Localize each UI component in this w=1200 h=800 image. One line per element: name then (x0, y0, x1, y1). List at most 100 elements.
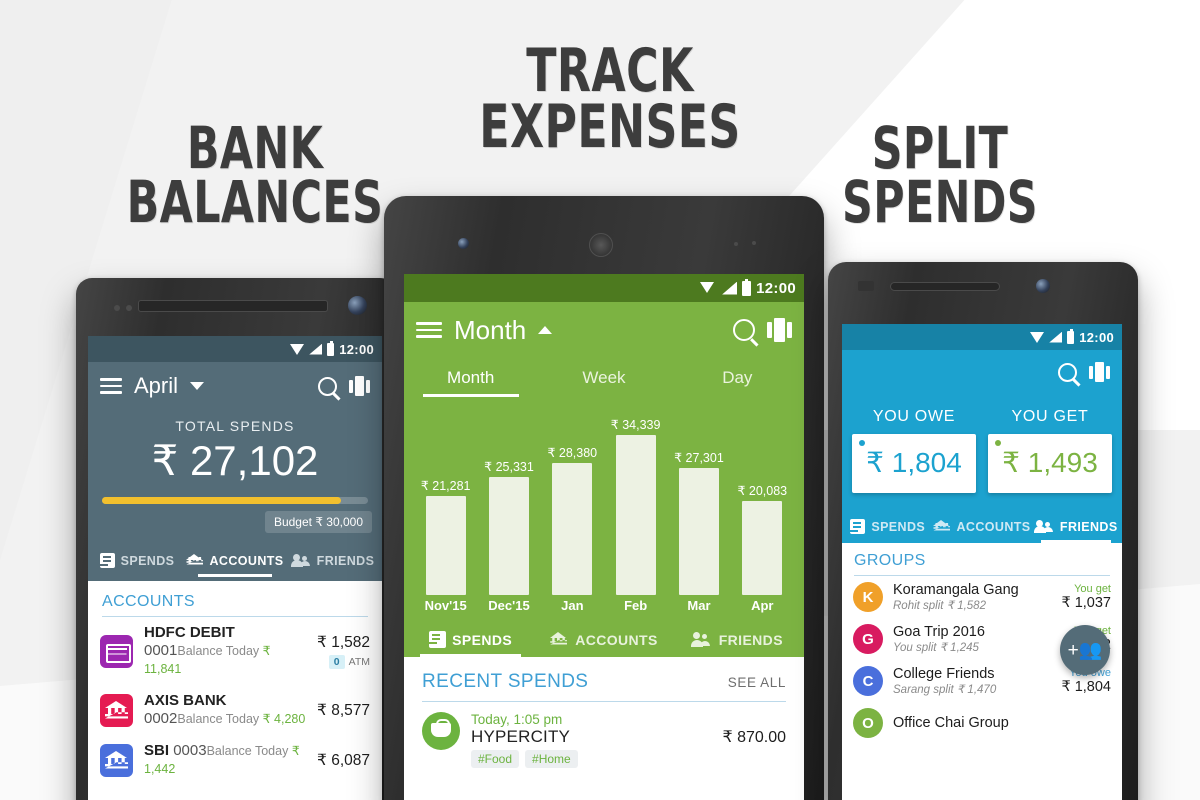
tab-friends-label: FRIENDS (316, 553, 375, 568)
account-row[interactable]: HDFC DEBIT 0001Balance Today ₹ 11,841 ₹ 1… (88, 617, 382, 685)
friends-icon (1033, 520, 1054, 533)
total-spends-label: TOTAL SPENDS (175, 418, 295, 434)
balance-label: YOU OWE (872, 408, 956, 425)
account-badge: 0 ATM (317, 655, 370, 669)
tab-accounts[interactable]: ACCOUNTS (186, 543, 284, 577)
phone-left: 12:00 April TOTAL SPENDS ₹ 27,102 Budget… (76, 278, 396, 800)
add-people-icon: +👥 (1067, 639, 1103, 661)
phone-center: 12:00 Month Month Week Day ₹ 21,281 ₹ 25,33… (384, 196, 824, 800)
groups-panel: GROUPS K Koramangala Gang Rohit split ₹ 1,… (842, 543, 1122, 800)
spend-tag[interactable]: #Home (525, 750, 578, 768)
center-statusbar: 12:00 (404, 274, 804, 302)
spend-merchant: HYPERCITY (471, 727, 571, 746)
account-name: SBI 0003 (144, 742, 207, 759)
group-row[interactable]: K Koramangala Gang Rohit split ₹ 1,582 You … (842, 576, 1122, 618)
see-all-link[interactable]: SEE ALL (728, 675, 786, 690)
monthly-spend-chart-labels: Nov'15 Dec'15 Jan Feb Mar Apr (404, 595, 804, 613)
tab-spends[interactable]: SPENDS (842, 509, 933, 543)
group-amount: ₹ 1,804 (1061, 679, 1111, 695)
chart-bar (425, 496, 466, 595)
status-time: 12:00 (756, 279, 796, 297)
phone-center-screen: 12:00 Month Month Week Day ₹ 21,281 ₹ 25,33… (404, 274, 804, 800)
cards-icon[interactable] (349, 376, 370, 396)
segment-tab-week[interactable]: Week (537, 358, 670, 397)
tab-friends[interactable]: FRIENDS (284, 543, 382, 577)
tab-friends[interactable]: FRIENDS (671, 621, 804, 657)
group-split: Rohit split ₹ 1,582 (893, 600, 986, 612)
tab-spends-label: SPENDS (871, 519, 926, 534)
chart-bar-group[interactable]: ₹ 20,083 (734, 483, 791, 595)
phone-right-screen: 12:00 YOU OWE ₹ 1,804 YOU GET ₹ 1,493 SPEND… (842, 324, 1122, 800)
basket-icon (422, 712, 460, 750)
section-title-groups: GROUPS (854, 552, 926, 569)
account-row[interactable]: AXIS BANK 0002Balance Today ₹ 4,280 ₹ 8,5… (88, 685, 382, 735)
earpiece-speaker-icon (890, 282, 1000, 291)
group-avatar: G (853, 624, 883, 654)
tab-spends[interactable]: SPENDS (404, 621, 537, 657)
chart-bar-value: ₹ 20,083 (737, 484, 788, 498)
account-amount: ₹ 1,582 (317, 634, 370, 651)
group-name: Office Chai Group (893, 715, 1009, 731)
chart-bar-group[interactable]: ₹ 25,331 (480, 459, 537, 595)
spends-icon (429, 631, 447, 648)
balance-card-you-owe[interactable]: YOU OWE ₹ 1,804 (852, 408, 976, 493)
spends-icon (850, 519, 866, 534)
wifi-icon (1030, 331, 1045, 343)
hamburger-icon[interactable] (416, 322, 442, 338)
tab-spends[interactable]: SPENDS (88, 543, 186, 577)
account-row[interactable]: SBI 0003Balance Today ₹ 1,442 ₹ 6,087 (88, 735, 382, 785)
group-split: Sarang split ₹ 1,470 (893, 684, 997, 696)
credit-card-icon (100, 634, 133, 668)
signal-icon (309, 343, 323, 355)
spend-row[interactable]: Today, 1:05 pm HYPERCITY #Food #Home ₹ 87… (404, 702, 804, 772)
search-icon[interactable] (1058, 362, 1077, 382)
chevron-up-icon[interactable] (538, 326, 553, 334)
add-group-fab[interactable]: +👥 (1060, 625, 1110, 675)
group-name: Koramangala Gang (893, 582, 1019, 598)
search-icon[interactable] (733, 319, 755, 341)
group-kind: You get (1074, 583, 1111, 595)
recent-spends-panel: RECENT SPENDS SEE ALL Today, 1:05 pm HYP… (404, 657, 804, 800)
battery-icon (327, 340, 335, 356)
tab-accounts[interactable]: ACCOUNTS (933, 509, 1030, 543)
tab-accounts-label: ACCOUNTS (575, 631, 658, 648)
wifi-icon (700, 281, 717, 295)
spend-tag[interactable]: #Food (471, 750, 520, 768)
spend-time: Today, 1:05 pm (471, 712, 563, 727)
group-avatar: O (853, 708, 883, 738)
promo-banner: BANK BALANCES TRACK EXPENSES SPLIT SPENDS 1… (0, 0, 1200, 800)
group-avatar: K (853, 582, 883, 612)
tab-accounts-label: ACCOUNTS (956, 519, 1031, 534)
chart-bar-group[interactable]: ₹ 21,281 (417, 478, 474, 595)
chart-bar-group[interactable]: ₹ 34,339 (607, 417, 664, 595)
tab-accounts[interactable]: ACCOUNTS (537, 621, 670, 657)
section-title-recent-spends: RECENT SPENDS (422, 671, 589, 692)
cards-icon[interactable] (1089, 362, 1110, 382)
period-tabs: Month Week Day (404, 358, 804, 397)
balance-card-you-get[interactable]: YOU GET ₹ 1,493 (988, 408, 1112, 493)
balance-amount-card[interactable]: ₹ 1,804 (852, 434, 976, 493)
bank-icon (550, 631, 569, 648)
group-split: You split ₹ 1,245 (893, 642, 979, 654)
signal-icon (722, 281, 738, 295)
group-row[interactable]: O Office Chai Group (842, 702, 1122, 744)
tab-friends[interactable]: FRIENDS (1031, 509, 1122, 543)
segment-tab-month[interactable]: Month (404, 358, 537, 397)
month-selector-label[interactable]: April (134, 373, 178, 399)
group-name: College Friends (893, 666, 995, 682)
search-icon[interactable] (318, 376, 337, 396)
balance-amount-card[interactable]: ₹ 1,493 (988, 434, 1112, 493)
segment-tab-day[interactable]: Day (671, 358, 804, 397)
right-header-panel: YOU OWE ₹ 1,804 YOU GET ₹ 1,493 SPENDS ACCO… (842, 350, 1122, 543)
left-tabbar: SPENDS ACCOUNTS FRIENDS (88, 543, 382, 577)
period-selector-label[interactable]: Month (454, 315, 526, 346)
sensor-dot-icon (752, 241, 756, 245)
chart-bar-value: ₹ 25,331 (484, 460, 534, 474)
chart-bar-group[interactable]: ₹ 28,380 (544, 445, 601, 595)
chevron-down-icon[interactable] (190, 382, 205, 390)
chart-bar-value: ₹ 34,339 (610, 418, 661, 432)
chart-bar-group[interactable]: ₹ 27,301 (670, 450, 727, 595)
spend-amount: ₹ 870.00 (722, 729, 786, 746)
hamburger-icon[interactable] (100, 378, 122, 394)
cards-icon[interactable] (767, 318, 792, 342)
